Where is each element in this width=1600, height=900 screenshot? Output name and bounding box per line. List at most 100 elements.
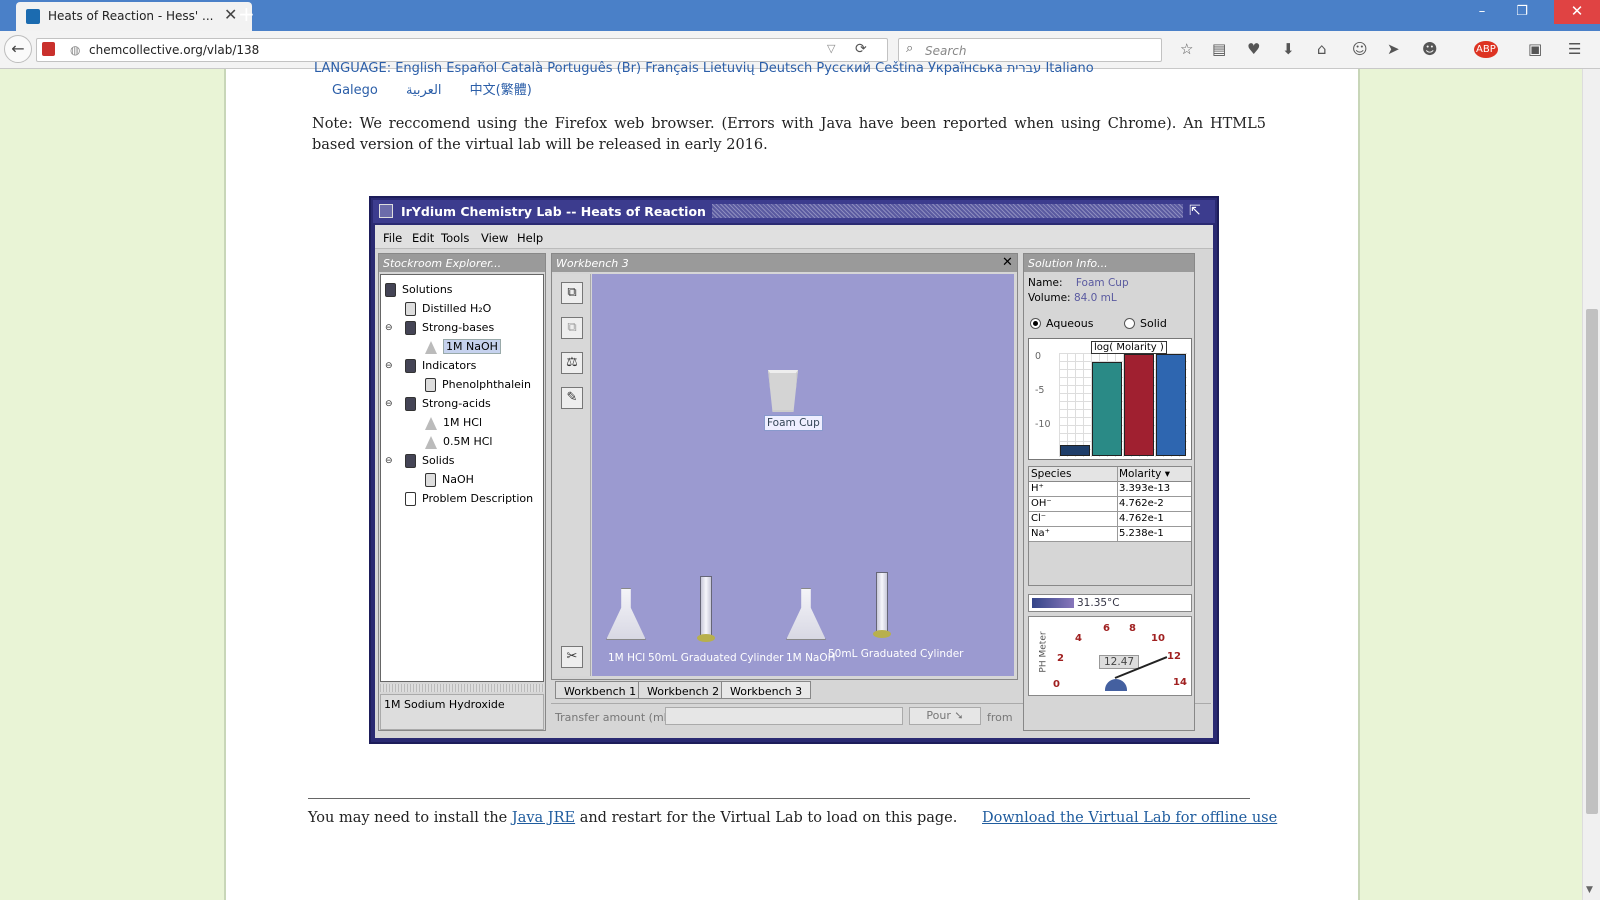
applet-body: File Edit Tools View Help Stockroom Expl… [375, 225, 1213, 738]
java-jre-link[interactable]: Java JRE [512, 810, 575, 826]
language-link-arabic[interactable]: العربية [406, 83, 442, 98]
ph-scale-number: 0 [1053, 679, 1060, 690]
send-icon[interactable]: ➤ [1387, 40, 1400, 58]
paste-tool-icon[interactable]: ⧉ [561, 317, 583, 339]
workbench-area[interactable]: Foam Cup 1M HCl 50mL Graduated Cylinder … [592, 274, 1014, 676]
flask-hcl[interactable] [606, 588, 646, 640]
url-text[interactable]: chemcollective.org/vlab/138 [89, 43, 259, 57]
browser-tab[interactable]: Heats of Reaction - Hess' ... ✕ [16, 2, 252, 31]
menu-file[interactable]: File [383, 231, 402, 245]
foam-cup-label[interactable]: Foam Cup [764, 415, 823, 431]
scroll-down-icon[interactable]: ▼ [1586, 885, 1593, 895]
search-icon: ⌕ [906, 41, 914, 56]
download-icon[interactable]: ⬇ [1282, 40, 1295, 58]
window-close-button[interactable]: ✕ [1554, 0, 1600, 24]
tree-item-phenolphthalein[interactable]: Phenolphthalein [425, 378, 531, 392]
tree-item-indicators[interactable]: Indicators [405, 359, 476, 373]
language-list[interactable]: LANGUAGE: English Español Català Portugu… [314, 61, 1274, 77]
tab-workbench-3[interactable]: Workbench 3 [721, 681, 812, 699]
tab-workbench-2[interactable]: Workbench 2 [638, 681, 729, 699]
expander-icon[interactable]: ⊖ [385, 399, 393, 409]
molarity-bar-h [1060, 444, 1090, 456]
ph-scale-number: 6 [1103, 623, 1110, 634]
tree-item-1m-naoh[interactable]: 1M NaOH [425, 339, 501, 354]
foam-cup[interactable] [768, 370, 798, 412]
cylinder-base [873, 630, 891, 638]
aqueous-radio[interactable] [1030, 318, 1041, 329]
molarity-bar-na [1156, 354, 1186, 456]
tree-item-distilled-water[interactable]: Distilled H₂O [405, 302, 491, 316]
language-link-galego[interactable]: Galego [332, 83, 378, 98]
shield-icon[interactable]: ▣ [1528, 40, 1542, 58]
solution-info-header: Solution Info... [1024, 254, 1194, 272]
workbench-header: Workbench 3 ✕ [552, 254, 1017, 272]
minimize-button[interactable]: – [1462, 4, 1502, 19]
scrollbar-thumb[interactable] [1586, 309, 1598, 814]
ph-reading: 12.47 [1099, 655, 1140, 669]
tree-item-problem-description[interactable]: Problem Description [405, 492, 533, 506]
reload-icon[interactable]: ⟳ [855, 41, 867, 57]
menu-edit[interactable]: Edit [412, 231, 434, 245]
balance-tool-icon[interactable]: ⚖ [561, 352, 583, 374]
star-icon[interactable]: ☆ [1180, 40, 1193, 58]
bottle-icon [425, 473, 436, 487]
url-bar[interactable]: ◍ chemcollective.org/vlab/138 ▽ ⟳ [36, 38, 888, 62]
workbench-title: Workbench 3 [556, 257, 629, 270]
reading-list-icon[interactable]: ▤ [1212, 40, 1226, 58]
chat-icon[interactable]: ☺ [1352, 40, 1368, 58]
species-table-header: Species Molarity ▾ [1029, 467, 1191, 482]
tree-item-naoh[interactable]: NaOH [425, 473, 474, 487]
copy-tool-icon[interactable]: ⧉ [561, 282, 583, 304]
graduated-cylinder-2[interactable] [876, 572, 888, 634]
language-link-chinese[interactable]: 中文(繁體) [470, 83, 532, 98]
home-icon[interactable]: ⌂ [1317, 40, 1327, 58]
settings-tool-icon[interactable]: ✎ [561, 387, 583, 409]
addon-icon[interactable]: ☻ [1422, 40, 1438, 58]
table-row: Na⁺ 5.238e-1 [1029, 527, 1191, 542]
flask-naoh[interactable] [786, 588, 826, 640]
titlebar-pattern [653, 204, 1183, 218]
tree-scrollbar[interactable] [380, 684, 544, 692]
tab-workbench-1[interactable]: Workbench 1 [555, 681, 646, 699]
expander-icon[interactable]: ⊖ [385, 456, 393, 466]
tree-item-solutions[interactable]: Solutions [385, 283, 453, 297]
url-dropdown-icon[interactable]: ▽ [827, 42, 835, 55]
download-offline-link[interactable]: Download the Virtual Lab for offline use [982, 810, 1277, 826]
menu-view[interactable]: View [481, 231, 508, 245]
graduated-cylinder-1[interactable] [700, 576, 712, 638]
new-tab-button[interactable]: + [238, 2, 255, 26]
footer-divider [308, 798, 1250, 799]
page-scrollbar[interactable]: ▼ [1582, 69, 1600, 900]
site-identity-icon[interactable] [42, 42, 55, 56]
tree-item-05m-hcl[interactable]: 0.5M HCl [425, 435, 493, 449]
tree-item-strong-bases[interactable]: Strong-bases [405, 321, 494, 335]
solid-radio[interactable] [1124, 318, 1135, 329]
molarity-column-header[interactable]: Molarity ▾ [1119, 468, 1170, 480]
menu-help[interactable]: Help [517, 231, 543, 245]
table-row: OH⁻ 4.762e-2 [1029, 497, 1191, 512]
menu-tools[interactable]: Tools [441, 231, 469, 245]
pour-button[interactable]: Pour ➘ [909, 707, 981, 725]
maximize-icon[interactable]: ⇱ [1189, 203, 1201, 219]
menu-icon[interactable]: ☰ [1568, 40, 1581, 58]
search-input[interactable]: ⌕ Search [898, 38, 1162, 62]
solution-info-panel: Solution Info... Name: Foam Cup Volume: … [1023, 253, 1195, 731]
transfer-amount-input[interactable] [665, 707, 903, 725]
restore-button[interactable]: ❐ [1502, 4, 1542, 19]
tree-item-solids[interactable]: Solids [405, 454, 455, 468]
adblock-icon[interactable]: ABP [1474, 41, 1498, 58]
back-button[interactable]: ← [4, 35, 32, 63]
scissors-tool-icon[interactable]: ✂ [561, 646, 583, 668]
pocket-icon[interactable]: ♥ [1247, 40, 1260, 58]
ph-meter: PH Meter 0 2 4 6 8 10 12 14 12.47 [1028, 616, 1192, 696]
species-column-header[interactable]: Species [1031, 468, 1071, 480]
cabinet-icon [385, 283, 396, 297]
tab-close-icon[interactable]: ✕ [224, 5, 237, 24]
tree-item-strong-acids[interactable]: Strong-acids [405, 397, 491, 411]
cabinet-icon [405, 454, 416, 468]
expander-icon[interactable]: ⊖ [385, 361, 393, 371]
expander-icon[interactable]: ⊖ [385, 323, 393, 333]
tree-item-1m-hcl[interactable]: 1M HCl [425, 416, 482, 430]
cabinet-icon [405, 321, 416, 335]
workbench-close-icon[interactable]: ✕ [1002, 255, 1013, 270]
